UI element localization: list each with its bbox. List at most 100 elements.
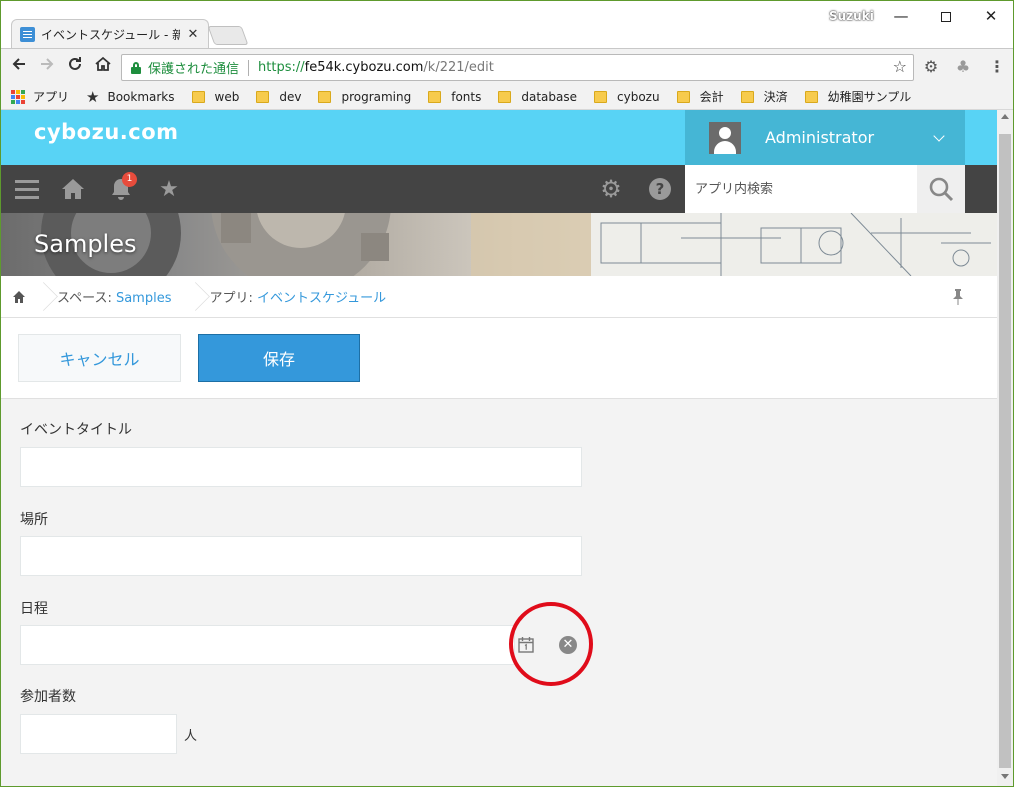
bookmark-item[interactable]: web bbox=[191, 90, 239, 104]
extension-icon[interactable]: ♣ bbox=[953, 57, 973, 77]
address-separator bbox=[248, 59, 250, 76]
app-search-input[interactable] bbox=[685, 165, 917, 213]
breadcrumb: スペース: Samples アプリ: イベントスケジュール bbox=[1, 276, 997, 318]
folder-icon bbox=[804, 90, 818, 103]
url-host: fe54k.cybozu.com bbox=[304, 60, 424, 75]
home-icon[interactable] bbox=[53, 165, 93, 213]
place-label: 場所 bbox=[20, 512, 48, 528]
folder-icon bbox=[594, 90, 608, 103]
folder-icon bbox=[676, 90, 690, 103]
participant-count-unit: 人 bbox=[184, 729, 198, 744]
url-path: /k/221/edit bbox=[423, 60, 494, 75]
place-input[interactable] bbox=[20, 536, 582, 576]
avatar bbox=[709, 121, 741, 154]
secure-label: 保護された通信 bbox=[148, 62, 240, 77]
breadcrumb-space-prefix: スペース: bbox=[57, 291, 116, 306]
maximize-button[interactable] bbox=[926, 5, 966, 27]
record-action-bar: キャンセル 保存 bbox=[1, 318, 997, 399]
bookmark-label: programing bbox=[341, 89, 412, 104]
scroll-up-arrow-icon[interactable] bbox=[1001, 114, 1009, 119]
bookmark-star-icon[interactable]: ☆ bbox=[893, 57, 907, 76]
hamburger-menu-icon[interactable] bbox=[7, 165, 47, 213]
page-scrollbar[interactable] bbox=[997, 110, 1013, 786]
space-banner: Samples bbox=[1, 213, 997, 276]
event-title-label: イベントタイトル bbox=[20, 422, 132, 438]
highlight-circle-annotation bbox=[509, 602, 593, 686]
bookmark-label: dev bbox=[279, 89, 302, 104]
bookmark-label: 会計 bbox=[699, 90, 724, 104]
browser-window: イベントスケジュール - 新しい ✕ Suzuki — ✕ 保護された通信 ht… bbox=[0, 0, 1014, 787]
bookmark-item[interactable]: fonts bbox=[428, 90, 481, 104]
folder-icon bbox=[498, 90, 512, 103]
maximize-icon bbox=[941, 11, 951, 22]
cancel-button[interactable]: キャンセル bbox=[18, 334, 181, 382]
participant-count-input[interactable] bbox=[20, 714, 177, 754]
bookmark-item[interactable]: 決済 bbox=[740, 88, 788, 105]
profile-name[interactable]: Suzuki bbox=[829, 9, 874, 23]
back-arrow-icon[interactable] bbox=[7, 55, 31, 79]
folder-icon bbox=[428, 90, 442, 103]
lock-icon bbox=[131, 61, 141, 74]
folder-icon bbox=[256, 90, 270, 103]
chevron-down-icon bbox=[933, 132, 945, 144]
search-icon[interactable] bbox=[917, 165, 965, 213]
tab-title: イベントスケジュール - 新しい bbox=[41, 27, 180, 42]
bookmark-item[interactable]: cybozu bbox=[594, 90, 660, 104]
bookmark-item[interactable]: programing bbox=[318, 90, 411, 104]
user-menu[interactable]: Administrator bbox=[685, 110, 965, 165]
new-tab-button[interactable] bbox=[207, 26, 249, 45]
scrollbar-thumb[interactable] bbox=[999, 134, 1011, 768]
header-bar: cybozu.com Administrator bbox=[1, 110, 997, 165]
tab-close-icon[interactable]: ✕ bbox=[186, 27, 200, 42]
bookmarks-bar: アプリ ★ Bookmarks web dev programing fonts databa… bbox=[1, 84, 1013, 110]
global-nav: 1 ★ ⚙ ? bbox=[1, 165, 997, 213]
banner-gears-blueprint-image bbox=[41, 213, 997, 276]
minimize-button[interactable]: — bbox=[881, 5, 921, 27]
bookmark-item[interactable]: 幼稚園サンプル bbox=[804, 88, 911, 105]
participant-count-label: 参加者数 bbox=[20, 689, 76, 705]
date-input[interactable] bbox=[20, 625, 515, 665]
bookmark-item[interactable]: ★ Bookmarks bbox=[86, 88, 175, 106]
date-label: 日程 bbox=[20, 601, 48, 617]
user-name: Administrator bbox=[765, 128, 875, 147]
folder-icon bbox=[318, 90, 332, 103]
cybozu-logo[interactable]: cybozu.com bbox=[34, 120, 179, 144]
bookmark-label: database bbox=[521, 89, 578, 104]
kintone-app-icon bbox=[20, 26, 35, 42]
breadcrumb-app-link[interactable]: イベントスケジュール bbox=[257, 291, 386, 306]
event-title-input[interactable] bbox=[20, 447, 582, 487]
apps-grid-icon bbox=[11, 89, 25, 104]
kintone-page: cybozu.com Administrator 1 ★ ⚙ ? アプリ内検索 … bbox=[1, 110, 997, 786]
breadcrumb-space: スペース: Samples bbox=[57, 287, 171, 306]
bookmark-item[interactable]: database bbox=[498, 90, 577, 104]
bookmark-item[interactable]: アプリ bbox=[11, 88, 69, 105]
save-button[interactable]: 保存 bbox=[198, 334, 360, 382]
settings-gear-icon[interactable]: ⚙ bbox=[591, 165, 631, 213]
scroll-down-arrow-icon[interactable] bbox=[1001, 774, 1009, 779]
bookmark-label: Bookmarks bbox=[107, 89, 175, 104]
star-icon: ★ bbox=[86, 87, 100, 106]
pin-icon[interactable] bbox=[950, 288, 966, 306]
folder-icon bbox=[191, 90, 205, 103]
home-icon[interactable] bbox=[91, 55, 115, 79]
help-icon[interactable]: ? bbox=[640, 165, 680, 213]
space-title: Samples bbox=[34, 230, 137, 258]
bookmark-item[interactable]: 会計 bbox=[676, 88, 724, 105]
browser-tab[interactable]: イベントスケジュール - 新しい ✕ bbox=[11, 19, 209, 48]
bookmark-label: fonts bbox=[451, 89, 482, 104]
bookmark-item[interactable]: dev bbox=[256, 90, 301, 104]
bookmark-label: cybozu bbox=[617, 89, 660, 104]
extension-gear-icon[interactable]: ⚙ bbox=[921, 57, 941, 77]
notification-bell-icon[interactable]: 1 bbox=[101, 165, 141, 213]
browser-toolbar: 保護された通信 https://fe54k.cybozu.com/k/221/e… bbox=[1, 48, 1013, 84]
close-window-button[interactable]: ✕ bbox=[971, 5, 1011, 27]
breadcrumb-app-prefix: アプリ: bbox=[209, 291, 257, 306]
address-bar[interactable]: 保護された通信 https://fe54k.cybozu.com/k/221/e… bbox=[121, 54, 914, 81]
favorites-star-icon[interactable]: ★ bbox=[149, 165, 189, 213]
folder-icon bbox=[740, 90, 754, 103]
breadcrumb-space-link[interactable]: Samples bbox=[116, 291, 172, 306]
reload-icon[interactable] bbox=[63, 55, 87, 79]
browser-menu-icon[interactable]: ⋮ bbox=[987, 57, 1007, 77]
notification-badge: 1 bbox=[122, 172, 137, 187]
forward-arrow-icon[interactable] bbox=[35, 55, 59, 79]
